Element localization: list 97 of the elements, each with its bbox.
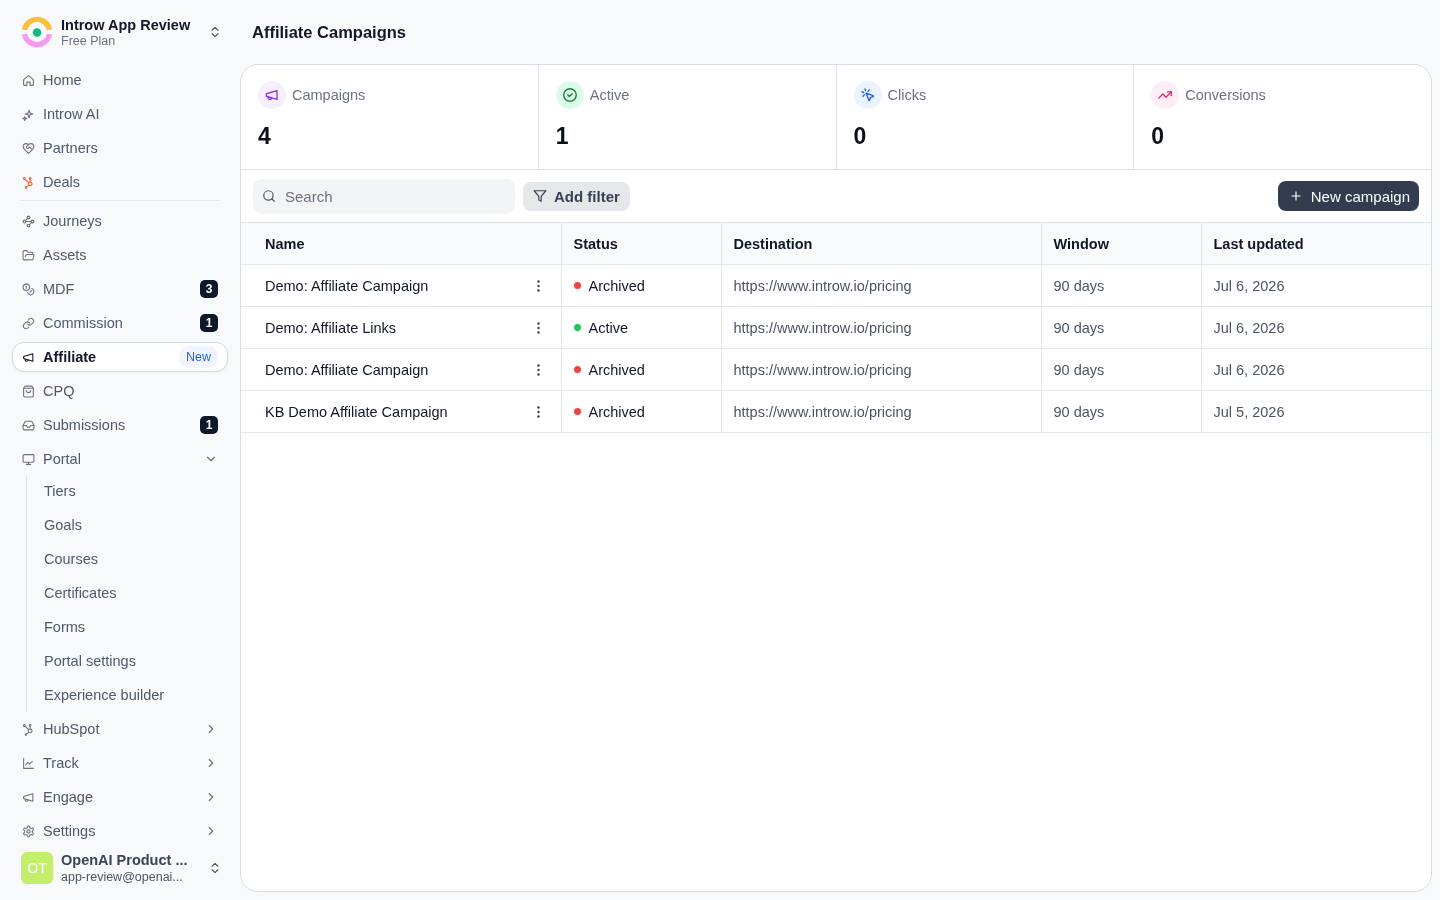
window-cell: 90 days [1041, 348, 1201, 391]
chart-icon [22, 756, 35, 770]
column-header: Status [561, 223, 721, 265]
window-cell: 90 days [1041, 306, 1201, 349]
search-field[interactable]: Search [253, 178, 515, 214]
sub-nav-item[interactable]: Certificates [27, 578, 134, 608]
sub-nav-item[interactable]: Experience builder [27, 680, 182, 710]
nav-item[interactable]: HubSpot [12, 714, 228, 744]
workspace-name: Introw App Review [61, 15, 191, 34]
column-header: Last updated [1201, 223, 1431, 265]
nav-item[interactable]: Affiliate New [12, 342, 228, 372]
destination-cell: https://www.introw.io/pricing [721, 390, 1041, 433]
kebab-menu-icon[interactable] [536, 321, 540, 334]
kebab-menu-icon[interactable] [536, 405, 540, 418]
new-campaign-button[interactable]: New campaign [1277, 181, 1419, 211]
nodes-icon [22, 214, 35, 228]
monitor-icon [22, 452, 35, 466]
megaphone-icon [22, 790, 35, 804]
status-label: Archived [588, 361, 645, 378]
kebab-menu-icon[interactable] [536, 279, 540, 292]
sprocket-icon [22, 175, 35, 189]
stat-value: 1 [555, 122, 569, 150]
workspace-plan: Free Plan [61, 33, 116, 49]
date-cell: Jul 6, 2026 [1201, 306, 1431, 349]
nav-item[interactable]: MDF 3 [12, 274, 228, 304]
user-avatar: OT [21, 852, 53, 884]
page-title: Affiliate Campaigns [252, 22, 407, 42]
stat-label: Campaigns [292, 87, 366, 103]
heart-icon [22, 141, 35, 155]
date-cell: Jul 5, 2026 [1201, 390, 1431, 433]
status-label: Archived [588, 277, 645, 294]
bag-icon [22, 384, 35, 398]
pointer-click-icon [853, 81, 882, 109]
megaphone-icon [258, 81, 286, 109]
sub-nav-item[interactable]: Portal settings [27, 646, 153, 676]
nav-item[interactable]: Assets [12, 240, 228, 270]
nav-item[interactable]: Introw AI [12, 99, 228, 129]
link-icon [22, 316, 35, 330]
column-header: Name [241, 223, 561, 265]
sub-nav-item[interactable]: Forms [27, 612, 103, 642]
add-filter-button[interactable]: Add filter [523, 181, 630, 211]
settings-icon [22, 824, 35, 838]
stat-label: Conversions [1185, 87, 1266, 103]
stat-label: Clicks [887, 87, 927, 103]
count-badge: 3 [200, 280, 218, 298]
status-label: Active [588, 319, 628, 336]
funnel-icon [533, 189, 547, 203]
stat-value: 0 [1151, 122, 1165, 150]
destination-cell: https://www.introw.io/pricing [721, 264, 1041, 307]
column-header: Window [1041, 223, 1201, 265]
search-icon [262, 189, 276, 203]
nav-item[interactable]: Engage [12, 782, 228, 812]
nav-item[interactable]: Home [12, 65, 228, 95]
nav-item[interactable]: Journeys [12, 206, 228, 236]
check-circle-icon [555, 81, 584, 109]
campaign-name: Demo: Affiliate Campaign [265, 361, 429, 378]
home-icon [22, 73, 35, 87]
nav-item[interactable]: Partners [12, 133, 228, 163]
logo-icon [20, 15, 54, 49]
sub-nav-item[interactable]: Courses [27, 544, 115, 574]
nav-item[interactable]: Commission 1 [12, 308, 228, 338]
column-header: Destination [721, 223, 1041, 265]
nav-item[interactable]: Track [12, 748, 228, 778]
sprocket-icon [22, 722, 35, 736]
nav-item[interactable]: Deals [12, 167, 228, 197]
sub-nav-item[interactable]: Tiers [27, 476, 93, 506]
count-badge: 1 [200, 314, 218, 332]
window-cell: 90 days [1041, 264, 1201, 307]
inbox-icon [22, 418, 35, 432]
trend-up-icon [1151, 81, 1180, 109]
status-label: Archived [588, 403, 645, 420]
stat-value: 4 [258, 122, 271, 150]
campaign-name: Demo: Affiliate Campaign [265, 277, 429, 294]
kebab-menu-icon[interactable] [536, 363, 540, 376]
nav-item[interactable]: Settings [12, 816, 228, 846]
user-name: OpenAI Product ... [61, 851, 188, 869]
nav-item[interactable]: Submissions 1 [12, 410, 228, 440]
feature-tag: New [179, 346, 218, 368]
count-badge: 1 [200, 416, 218, 434]
stat-label: Active [589, 87, 630, 103]
sub-nav-item[interactable]: Goals [27, 510, 99, 540]
destination-cell: https://www.introw.io/pricing [721, 306, 1041, 349]
destination-cell: https://www.introw.io/pricing [721, 348, 1041, 391]
nav-item[interactable]: CPQ [12, 376, 228, 406]
megaphone-icon [22, 350, 35, 364]
nav-item[interactable]: Portal [12, 444, 228, 474]
stat-value: 0 [853, 122, 867, 150]
coins-icon [22, 282, 35, 296]
campaign-name: KB Demo Affiliate Campaign [265, 403, 448, 420]
plus-icon [1288, 189, 1303, 203]
sparkles-icon [22, 107, 35, 121]
window-cell: 90 days [1041, 390, 1201, 433]
date-cell: Jul 6, 2026 [1201, 348, 1431, 391]
folder-icon [22, 248, 35, 262]
campaign-name: Demo: Affiliate Links [265, 319, 397, 336]
date-cell: Jul 6, 2026 [1201, 264, 1431, 307]
user-email: app-review@openai... [61, 869, 183, 885]
